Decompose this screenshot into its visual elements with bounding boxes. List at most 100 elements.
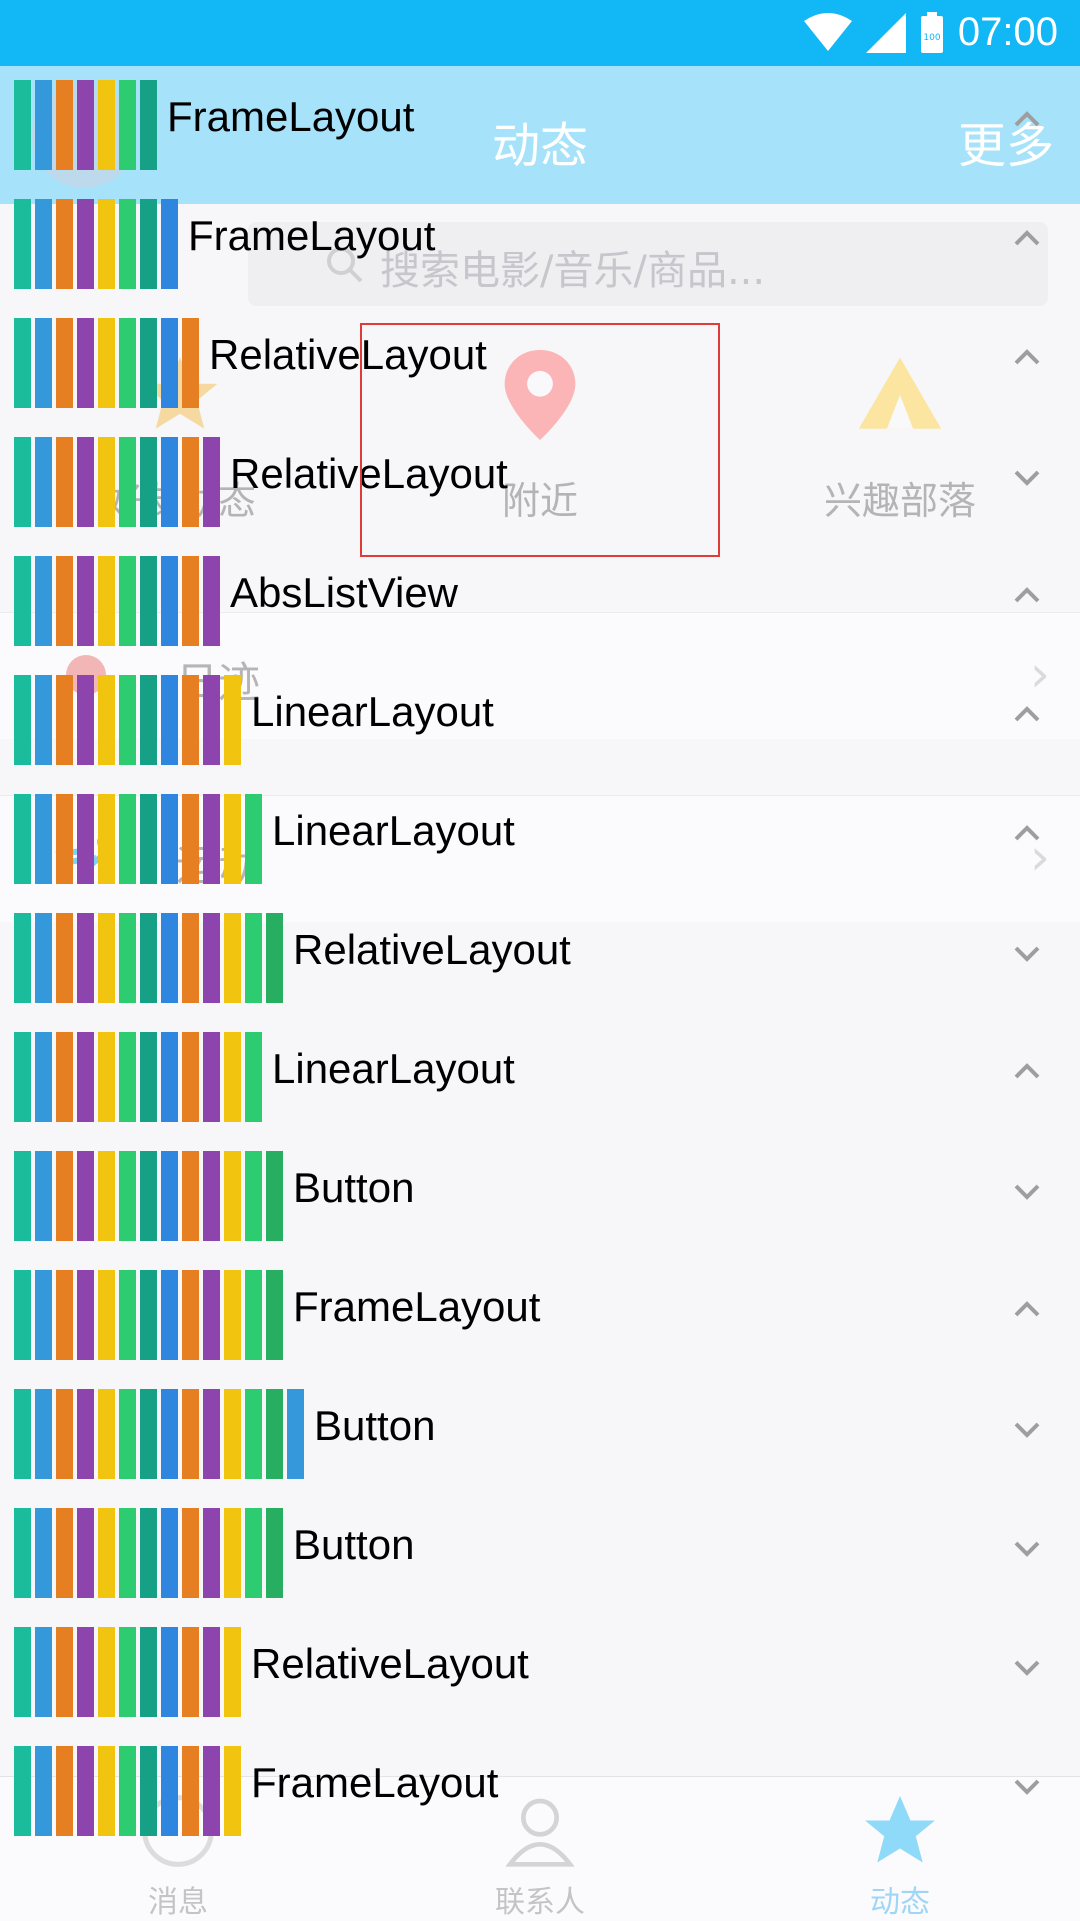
depth-bar (182, 556, 199, 646)
depth-bar (77, 1627, 94, 1717)
depth-bar (161, 675, 178, 765)
depth-bar (35, 913, 52, 1003)
depth-bar (140, 1389, 157, 1479)
view-node-row[interactable]: FrameLayout (0, 65, 1080, 184)
depth-bar (77, 1389, 94, 1479)
depth-bar (14, 1032, 31, 1122)
depth-bar (35, 1746, 52, 1836)
depth-bar (56, 913, 73, 1003)
depth-bar (119, 675, 136, 765)
view-class-name: FrameLayout (293, 1283, 541, 1330)
depth-bar (119, 1270, 136, 1360)
depth-indicator (14, 1151, 287, 1241)
depth-bar (35, 1508, 52, 1598)
view-class-name: AbsListView (230, 569, 459, 616)
depth-bar (161, 1627, 178, 1717)
chevron-up-icon[interactable] (1012, 1295, 1042, 1325)
depth-bar (182, 794, 199, 884)
depth-bar (98, 913, 115, 1003)
battery-level: 100 (923, 33, 940, 43)
view-node-row[interactable]: Button (0, 1493, 1080, 1612)
depth-bar (266, 1151, 283, 1241)
depth-bar (98, 1746, 115, 1836)
depth-indicator (14, 1270, 287, 1360)
view-node-row[interactable]: FrameLayout (0, 184, 1080, 303)
chevron-up-icon[interactable] (1012, 581, 1042, 611)
depth-bar (56, 1508, 73, 1598)
depth-bar (182, 675, 199, 765)
depth-bar (56, 437, 73, 527)
depth-indicator (14, 1746, 245, 1836)
depth-indicator (14, 556, 224, 646)
depth-bar (245, 913, 262, 1003)
chevron-up-icon[interactable] (1012, 700, 1042, 730)
view-node-row[interactable]: FrameLayout (0, 1255, 1080, 1374)
depth-bar (77, 437, 94, 527)
depth-bar (203, 1032, 220, 1122)
view-node-row[interactable]: FrameLayout (0, 1731, 1080, 1850)
view-node-row[interactable]: LinearLayout (0, 1017, 1080, 1136)
depth-bar (98, 675, 115, 765)
depth-bar (77, 556, 94, 646)
depth-bar (224, 1389, 241, 1479)
depth-bar (140, 318, 157, 408)
view-node-row[interactable]: RelativeLayout (0, 898, 1080, 1017)
depth-bar (140, 1746, 157, 1836)
chevron-down-icon[interactable] (1012, 1414, 1042, 1444)
view-hierarchy-overlay: FrameLayout FrameLayout FrameLayout Relativ… (0, 0, 1080, 1920)
depth-indicator (14, 675, 245, 765)
depth-bar (77, 1746, 94, 1836)
depth-bar (56, 1270, 73, 1360)
depth-indicator (14, 794, 266, 884)
depth-bar (77, 1508, 94, 1598)
view-node-row[interactable]: RelativeLayout (0, 1612, 1080, 1731)
view-node-row[interactable]: LinearLayout (0, 779, 1080, 898)
depth-bar (98, 318, 115, 408)
depth-bar (161, 1270, 178, 1360)
depth-indicator (14, 1627, 245, 1717)
depth-bar (98, 199, 115, 289)
depth-indicator (14, 913, 287, 1003)
depth-bar (98, 1032, 115, 1122)
depth-bar (14, 1746, 31, 1836)
chevron-up-icon[interactable] (1012, 224, 1042, 254)
chevron-up-icon[interactable] (1012, 105, 1042, 135)
chevron-up-icon[interactable] (1012, 819, 1042, 849)
chevron-down-icon[interactable] (1012, 1771, 1042, 1801)
chevron-down-icon[interactable] (1012, 1652, 1042, 1682)
chevron-up-icon[interactable] (1012, 1057, 1042, 1087)
chevron-up-icon[interactable] (1012, 343, 1042, 373)
depth-bar (224, 794, 241, 884)
depth-indicator (14, 437, 224, 527)
depth-bar (56, 80, 73, 170)
depth-bar (35, 675, 52, 765)
view-node-row[interactable]: AbsListView (0, 541, 1080, 660)
depth-bar (224, 1508, 241, 1598)
view-node-row[interactable]: Button (0, 1136, 1080, 1255)
depth-bar (182, 1270, 199, 1360)
view-node-row[interactable]: LinearLayout (0, 660, 1080, 779)
view-class-name: FrameLayout (167, 93, 415, 140)
depth-bar (203, 1389, 220, 1479)
chevron-down-icon[interactable] (1012, 1533, 1042, 1563)
signal-icon (865, 12, 906, 53)
depth-indicator (14, 318, 203, 408)
status-bar: 100 07:00 (0, 0, 1080, 66)
depth-bar (140, 1032, 157, 1122)
depth-bar (203, 1508, 220, 1598)
depth-indicator (14, 80, 161, 170)
depth-bar (140, 1627, 157, 1717)
depth-bar (161, 556, 178, 646)
depth-bar (56, 199, 73, 289)
chevron-down-icon[interactable] (1012, 938, 1042, 968)
depth-indicator (14, 1508, 287, 1598)
view-node-row[interactable]: Button (0, 1374, 1080, 1493)
chevron-down-icon[interactable] (1012, 462, 1042, 492)
depth-bar (119, 913, 136, 1003)
depth-bar (224, 1746, 241, 1836)
status-time: 07:00 (957, 10, 1058, 54)
view-class-name: LinearLayout (251, 688, 494, 735)
depth-bar (56, 1389, 73, 1479)
chevron-down-icon[interactable] (1012, 1176, 1042, 1206)
depth-bar (35, 437, 52, 527)
